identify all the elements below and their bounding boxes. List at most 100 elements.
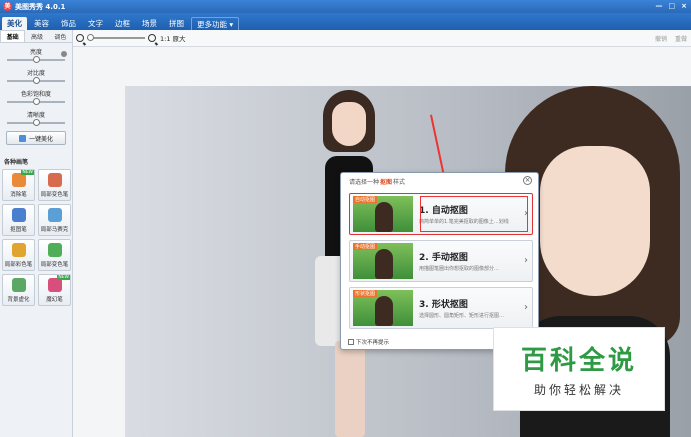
- tab-frame[interactable]: 边框: [110, 17, 135, 30]
- option-title: 2. 手动抠图: [419, 253, 468, 263]
- brush-grid: 消除笔 NEW 局部变色笔 抠图笔 局部马赛克 局部彩色笔 局部变色笔 背景虚化 魔幻笔 NEW: [0, 169, 72, 306]
- option-tag: 形状抠图: [353, 290, 378, 297]
- brightness-slider[interactable]: [7, 56, 65, 63]
- brush-button[interactable]: 背景虚化: [2, 274, 35, 306]
- option-tag: 自动抠图: [353, 196, 378, 203]
- minimize-button[interactable]: —: [656, 2, 663, 10]
- slider-knob[interactable]: [33, 98, 40, 105]
- brightness-label: 亮度: [29, 49, 42, 56]
- dialog-header-highlight: 抠图: [380, 178, 393, 186]
- tab-more-features[interactable]: 更多功能 ▾: [191, 17, 240, 30]
- brush-button[interactable]: 魔幻笔 NEW: [38, 274, 71, 306]
- sharpness-slider[interactable]: [7, 119, 65, 126]
- new-badge: NEW: [57, 275, 70, 280]
- redo-button[interactable]: 重做: [675, 34, 687, 43]
- dialog-header-prefix: 请选择一种: [349, 178, 380, 186]
- subtab-color[interactable]: 调色: [49, 30, 72, 42]
- reset-icon[interactable]: [61, 51, 67, 57]
- brush-icon: [11, 208, 26, 222]
- close-button[interactable]: ×: [681, 2, 687, 10]
- subtab-advanced[interactable]: 高级: [25, 30, 48, 42]
- brush-label: 消除笔: [10, 192, 27, 198]
- brush-label: 局部变色笔: [40, 262, 69, 268]
- brush-label: 局部马赛克: [40, 227, 69, 233]
- undo-button[interactable]: 撤销: [655, 34, 667, 43]
- zoom-slider[interactable]: [87, 34, 145, 41]
- brush-label: 抠图笔: [10, 227, 27, 233]
- option-thumbnail: 自动抠图: [353, 196, 413, 232]
- zoom-out-icon[interactable]: [76, 34, 84, 42]
- brush-label: 魔幻笔: [46, 297, 63, 303]
- tab-accessories[interactable]: 饰品: [56, 17, 81, 30]
- subtab-basic[interactable]: 基础: [0, 30, 26, 42]
- left-panel: 基础 高级 调色 亮度 对比度 色彩饱和度 清晰度 一键美化 各种画笔 消除笔 N…: [0, 30, 73, 437]
- title-bar: 美 美图秀秀 4.0.1 — □ ×: [0, 0, 691, 13]
- brush-icon: [47, 278, 62, 292]
- original-size-button[interactable]: 1:1 原大: [160, 33, 186, 43]
- zoom-in-icon[interactable]: [148, 34, 156, 42]
- window-controls: — □ ×: [656, 2, 688, 10]
- option-auto-cutout[interactable]: 自动抠图 1. 自动抠图 简简单单的1.笔完美抠取的图像上…划线 ›: [349, 193, 533, 235]
- option-shape-cutout[interactable]: 形状抠图 3. 形状抠图 选择圆形、圆角矩形、矩形进行抠图… ›: [349, 287, 533, 329]
- main-menu: 美化 美容 饰品 文字 边框 场景 拼图 更多功能 ▾: [0, 13, 691, 30]
- maximize-button[interactable]: □: [669, 2, 676, 10]
- contrast-slider[interactable]: [7, 77, 65, 84]
- brush-icon: [47, 173, 62, 187]
- dialog-header-suffix: 样式: [393, 178, 406, 186]
- option-tag: 手动抠图: [353, 243, 378, 250]
- thumbnail-person: [375, 296, 393, 326]
- option-description: 选择圆形、圆角矩形、矩形进行抠图…: [419, 313, 505, 319]
- dont-show-again-checkbox[interactable]: [348, 339, 354, 345]
- tab-text[interactable]: 文字: [83, 17, 108, 30]
- brush-button[interactable]: 局部变色笔: [38, 239, 71, 271]
- adjust-subtabs: 基础 高级 调色: [0, 30, 72, 43]
- face-shape: [332, 102, 366, 146]
- one-click-beautify-button[interactable]: 一键美化: [6, 131, 66, 145]
- one-click-beautify-label: 一键美化: [28, 135, 53, 143]
- option-description: 用描图笔圈出你想抠取的图像部分…: [419, 266, 500, 272]
- option-texts: 3. 形状抠图 选择圆形、圆角矩形、矩形进行抠图…: [419, 297, 519, 319]
- face-shape: [540, 146, 650, 296]
- selection-highlight-frame: [420, 196, 528, 232]
- new-badge: NEW: [21, 170, 34, 175]
- tab-collage[interactable]: 拼图: [164, 17, 189, 30]
- brush-icon: [47, 208, 62, 222]
- dialog-close-icon[interactable]: ×: [523, 176, 532, 185]
- sharpness-label: 清晰度: [26, 112, 45, 119]
- brushes-heading: 各种画笔: [4, 159, 29, 166]
- brush-button[interactable]: 局部马赛克: [38, 204, 71, 236]
- chevron-right-icon: ›: [524, 255, 528, 266]
- slider-knob[interactable]: [33, 77, 40, 84]
- chevron-right-icon: ›: [524, 302, 528, 313]
- brush-button[interactable]: 消除笔 NEW: [2, 169, 35, 201]
- slider-knob[interactable]: [33, 119, 40, 126]
- tab-beauty[interactable]: 美容: [29, 17, 54, 30]
- cutout-style-dialog: 请选择一种 抠图 样式 × 自动抠图 1. 自动抠图 简简单单的1.笔完美抠取的…: [340, 172, 539, 350]
- option-manual-cutout[interactable]: 手动抠图 2. 手动抠图 用描图笔圈出你想抠取的图像部分… ›: [349, 240, 533, 282]
- brush-button[interactable]: 局部彩色笔: [2, 239, 35, 271]
- undo-redo: 撤销 重做: [655, 34, 687, 43]
- dont-show-again[interactable]: 下次不再提示: [348, 338, 389, 346]
- brush-button[interactable]: 局部变色笔: [38, 169, 71, 201]
- app-logo-icon: 美: [3, 2, 12, 11]
- thumbnail-person: [375, 249, 393, 279]
- watermark-sub-text: 助你轻松解决: [533, 383, 624, 397]
- app-title: 美图秀秀 4.0.1: [15, 2, 66, 11]
- watermark-logo: 百科全说 助你轻松解决: [493, 327, 665, 411]
- slider-knob[interactable]: [33, 56, 40, 63]
- option-title: 3. 形状抠图: [419, 300, 468, 310]
- tab-beautify[interactable]: 美化: [2, 17, 27, 30]
- dont-show-again-label: 下次不再提示: [356, 340, 390, 346]
- option-thumbnail: 手动抠图: [353, 243, 413, 279]
- saturation-slider[interactable]: [7, 98, 65, 105]
- magic-wand-icon: [18, 134, 26, 142]
- tab-scene[interactable]: 场景: [137, 17, 162, 30]
- brush-button[interactable]: 抠图笔: [2, 204, 35, 236]
- contrast-label: 对比度: [26, 70, 45, 77]
- brush-icon: [11, 173, 26, 187]
- thumbnail-person: [375, 202, 393, 232]
- zoom-slider-knob[interactable]: [87, 34, 94, 41]
- brush-label: 背景虚化: [7, 297, 30, 303]
- brush-icon: [11, 243, 26, 257]
- brush-icon: [11, 278, 26, 292]
